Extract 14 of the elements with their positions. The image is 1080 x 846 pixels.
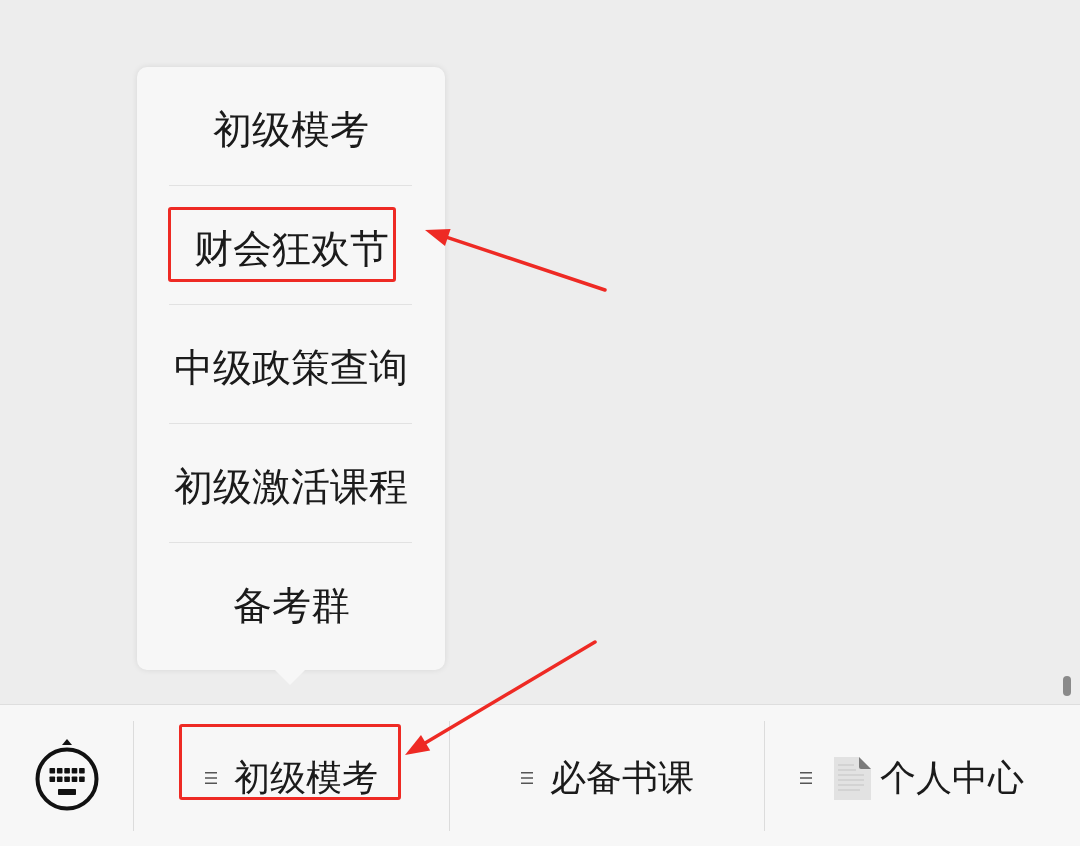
menu-item[interactable]: 中级政策查询	[137, 305, 445, 423]
menu-icon	[520, 772, 533, 784]
menu-tab[interactable]: 必备书课	[449, 705, 765, 846]
menu-item[interactable]: 初级模考	[137, 67, 445, 185]
menu-tab[interactable]: 个人中心	[765, 705, 1080, 846]
scrollbar-thumb[interactable]	[1063, 676, 1071, 696]
menu-tab[interactable]: 初级模考	[134, 705, 449, 846]
document-icon	[833, 756, 871, 800]
menu-item[interactable]: 初级激活课程	[137, 424, 445, 542]
menu-item[interactable]: 备考群	[137, 543, 445, 661]
menu-icon	[204, 772, 217, 784]
keyboard-icon[interactable]	[33, 738, 100, 813]
menu-icon	[799, 772, 812, 784]
menu-item[interactable]: 财会狂欢节	[137, 186, 445, 304]
